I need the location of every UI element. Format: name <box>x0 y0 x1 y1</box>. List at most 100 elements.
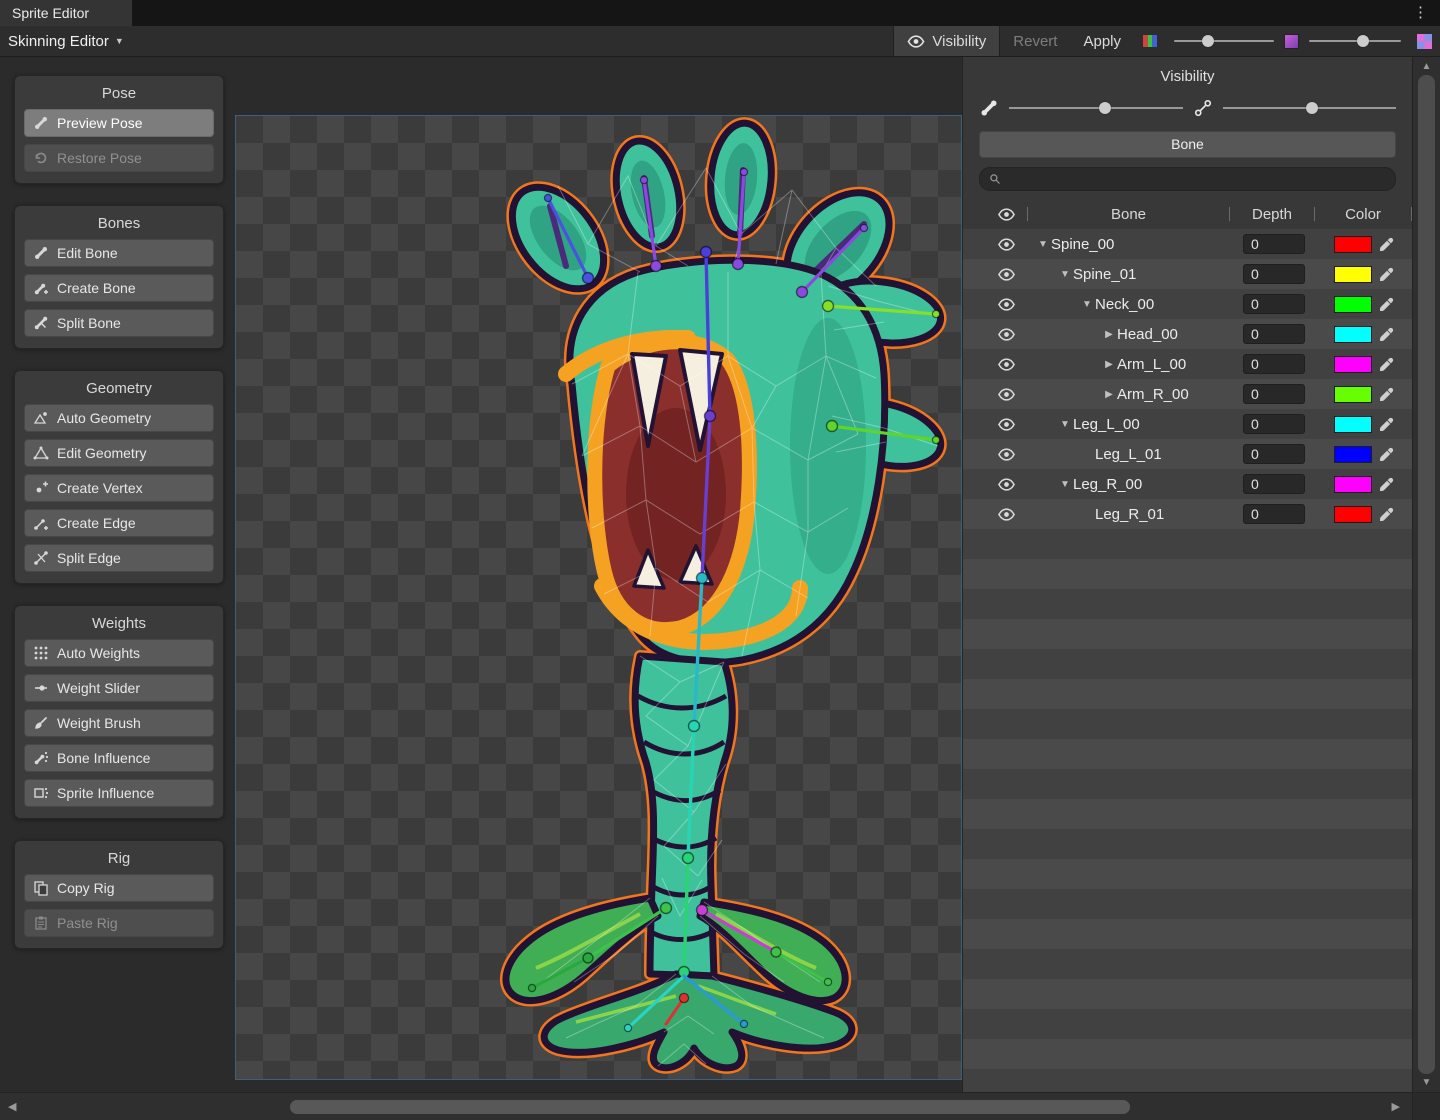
slider-handle[interactable] <box>1099 102 1111 114</box>
slider-handle[interactable] <box>1306 102 1318 114</box>
revert-button[interactable]: Revert <box>1000 26 1070 56</box>
slider-track[interactable] <box>1009 107 1183 109</box>
depth-input[interactable]: 0 <box>1243 444 1305 464</box>
depth-input[interactable]: 0 <box>1243 234 1305 254</box>
vertical-scrollbar[interactable]: ▲ ▼ <box>1412 57 1440 1092</box>
preview-pose-button[interactable]: Preview Pose <box>24 109 214 137</box>
eye-toggle[interactable] <box>963 478 1027 491</box>
color-picker-icon[interactable] <box>1378 296 1395 313</box>
depth-input[interactable]: 0 <box>1243 414 1305 434</box>
foldout-icon[interactable]: ▼ <box>1079 299 1095 310</box>
depth-input[interactable]: 0 <box>1243 324 1305 344</box>
split-edge-button[interactable]: Split Edge <box>24 544 214 572</box>
bone-color-swatch[interactable] <box>1334 326 1372 343</box>
alpha-slider[interactable] <box>1309 34 1401 48</box>
bone-color-swatch[interactable] <box>1334 296 1372 313</box>
create-bone-button[interactable]: Create Bone <box>24 274 214 302</box>
bone-color-swatch[interactable] <box>1334 416 1372 433</box>
scroll-up-arrow[interactable]: ▲ <box>1413 61 1440 72</box>
color-picker-icon[interactable] <box>1378 326 1395 343</box>
auto-weights-button[interactable]: Auto Weights <box>24 639 214 667</box>
apply-button[interactable]: Apply <box>1070 26 1134 56</box>
copy-rig-button[interactable]: Copy Rig <box>24 874 214 902</box>
color-picker-icon[interactable] <box>1378 506 1395 523</box>
bone-color-swatch[interactable] <box>1334 266 1372 283</box>
eye-toggle[interactable] <box>963 448 1027 461</box>
foldout-icon[interactable]: ▶ <box>1101 329 1117 340</box>
mesh-opacity-slider[interactable] <box>1223 101 1397 115</box>
table-row[interactable]: ▼Spine_00 0 <box>963 229 1412 259</box>
color-picker-icon[interactable] <box>1378 476 1395 493</box>
kebab-menu-icon[interactable]: ⋮ <box>1413 3 1428 21</box>
foldout-icon[interactable]: ▼ <box>1057 479 1073 490</box>
visibility-toggle-button[interactable]: Visibility <box>893 26 1000 56</box>
color-channels-icon[interactable] <box>1134 33 1166 49</box>
eye-toggle[interactable] <box>963 298 1027 311</box>
restore-pose-button[interactable]: Restore Pose <box>24 144 214 172</box>
foldout-icon[interactable]: ▶ <box>1101 389 1117 400</box>
search-input[interactable] <box>1007 171 1386 188</box>
eye-toggle[interactable] <box>963 418 1027 431</box>
auto-geometry-button[interactable]: Auto Geometry <box>24 404 214 432</box>
color-picker-icon[interactable] <box>1378 446 1395 463</box>
depth-input[interactable]: 0 <box>1243 294 1305 314</box>
foldout-icon[interactable]: ▼ <box>1057 269 1073 280</box>
slider-handle[interactable] <box>1202 35 1214 47</box>
table-row[interactable]: ▼Leg_R_00 0 <box>963 469 1412 499</box>
vertical-scroll-thumb[interactable] <box>1418 75 1435 1074</box>
depth-input[interactable]: 0 <box>1243 354 1305 374</box>
scroll-right-arrow[interactable]: ▶ <box>1392 1100 1400 1113</box>
eye-toggle[interactable] <box>963 388 1027 401</box>
table-row[interactable]: ▼Leg_L_00 0 <box>963 409 1412 439</box>
bone-color-swatch[interactable] <box>1334 236 1372 253</box>
tab-sprite-editor[interactable]: Sprite Editor <box>0 0 132 26</box>
opacity-slider[interactable] <box>1174 34 1274 48</box>
bone-tab-button[interactable]: Bone <box>979 131 1396 158</box>
bone-color-swatch[interactable] <box>1334 386 1372 403</box>
mode-dropdown[interactable]: Skinning Editor ▼ <box>8 33 124 50</box>
color-picker-icon[interactable] <box>1378 416 1395 433</box>
depth-input[interactable]: 0 <box>1243 504 1305 524</box>
edit-bone-button[interactable]: Edit Bone <box>24 239 214 267</box>
foldout-icon[interactable]: ▼ <box>1035 239 1051 250</box>
create-vertex-button[interactable]: Create Vertex <box>24 474 214 502</box>
scroll-left-arrow[interactable]: ◀ <box>8 1100 16 1113</box>
eye-toggle[interactable] <box>963 328 1027 341</box>
edit-geometry-button[interactable]: Edit Geometry <box>24 439 214 467</box>
split-bone-button[interactable]: Split Bone <box>24 309 214 337</box>
slider-track[interactable] <box>1174 40 1274 42</box>
slider-handle[interactable] <box>1357 35 1369 47</box>
bone-color-swatch[interactable] <box>1334 506 1372 523</box>
color-picker-icon[interactable] <box>1378 266 1395 283</box>
table-row[interactable]: ▼Neck_00 0 <box>963 289 1412 319</box>
horizontal-scroll-thumb[interactable] <box>290 1100 1130 1114</box>
bone-color-swatch[interactable] <box>1334 476 1372 493</box>
slider-track[interactable] <box>1309 40 1401 42</box>
bone-influence-button[interactable]: Bone Influence <box>24 744 214 772</box>
table-row[interactable]: Leg_L_01 0 <box>963 439 1412 469</box>
foldout-icon[interactable]: ▼ <box>1057 419 1073 430</box>
color-picker-icon[interactable] <box>1378 356 1395 373</box>
table-row[interactable]: ▶Arm_R_00 0 <box>963 379 1412 409</box>
weight-brush-button[interactable]: Weight Brush <box>24 709 214 737</box>
depth-input[interactable]: 0 <box>1243 264 1305 284</box>
eye-toggle[interactable] <box>963 268 1027 281</box>
depth-input[interactable]: 0 <box>1243 474 1305 494</box>
scroll-down-arrow[interactable]: ▼ <box>1413 1077 1440 1088</box>
foldout-icon[interactable]: ▶ <box>1101 359 1117 370</box>
color-picker-icon[interactable] <box>1378 236 1395 253</box>
eye-toggle[interactable] <box>963 238 1027 251</box>
table-row[interactable]: ▶Head_00 0 <box>963 319 1412 349</box>
color-picker-icon[interactable] <box>1378 386 1395 403</box>
alpha-checker-icon[interactable] <box>1409 34 1440 49</box>
depth-input[interactable]: 0 <box>1243 384 1305 404</box>
sprite-canvas[interactable] <box>235 115 962 1080</box>
create-edge-button[interactable]: Create Edge <box>24 509 214 537</box>
eye-toggle[interactable] <box>963 508 1027 521</box>
bone-opacity-slider[interactable] <box>1009 101 1183 115</box>
table-row[interactable]: ▼Spine_01 0 <box>963 259 1412 289</box>
table-row[interactable]: Leg_R_01 0 <box>963 499 1412 529</box>
eye-toggle[interactable] <box>963 358 1027 371</box>
mask-color-swatch[interactable] <box>1284 34 1299 49</box>
search-box[interactable] <box>979 167 1396 191</box>
